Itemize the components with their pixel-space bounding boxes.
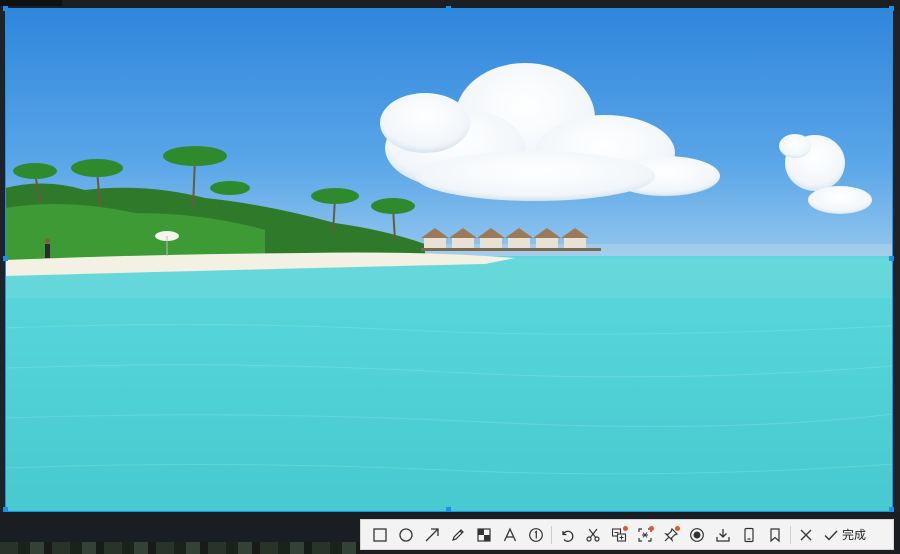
bookmark-button[interactable]: [762, 522, 788, 548]
ocr-button[interactable]: [632, 522, 658, 548]
screenshot-toolbar: 完成: [360, 519, 894, 550]
undo-icon: [562, 530, 574, 542]
text-icon: [503, 526, 517, 541]
resize-handle-top-right[interactable]: [889, 6, 894, 11]
phone-button[interactable]: [736, 522, 762, 548]
scissors-button[interactable]: [580, 522, 606, 548]
number-circle-icon: [529, 527, 543, 542]
phone-icon: [744, 527, 754, 542]
capture-image[interactable]: [5, 8, 893, 512]
rectangle-tool[interactable]: [367, 522, 393, 548]
close-button[interactable]: [793, 522, 819, 548]
pencil-icon: [452, 528, 464, 541]
beach-photo: [5, 8, 893, 512]
new-badge: [623, 525, 628, 531]
mosaic-tool[interactable]: [471, 522, 497, 548]
record-icon: [690, 527, 704, 542]
download-button[interactable]: [710, 522, 736, 548]
desktop-tab: [0, 0, 62, 6]
download-icon: [716, 528, 730, 542]
text-tool[interactable]: [497, 522, 523, 548]
resize-handle-left[interactable]: [3, 256, 8, 261]
resize-handle-bottom-right[interactable]: [889, 507, 894, 512]
new-badge: [649, 525, 654, 531]
done-label: 完成: [842, 528, 867, 542]
circle-icon: [399, 527, 413, 542]
translate-button[interactable]: [606, 522, 632, 548]
bookmark-icon: [770, 527, 780, 542]
resize-handle-bottom[interactable]: [446, 507, 451, 512]
resize-handle-top[interactable]: [446, 6, 451, 11]
arrow-icon: [425, 527, 439, 541]
pin-button[interactable]: [658, 522, 684, 548]
record-button[interactable]: [684, 522, 710, 548]
toolbar-divider: [551, 525, 552, 544]
scissors-icon: [586, 528, 600, 542]
undo-button[interactable]: [554, 522, 580, 548]
rectangle-icon: [373, 527, 387, 542]
resize-handle-bottom-left[interactable]: [3, 507, 8, 512]
arrow-tool[interactable]: [419, 522, 445, 548]
resize-handle-top-left[interactable]: [3, 6, 8, 11]
number-marker-tool[interactable]: [523, 522, 549, 548]
done-button[interactable]: 完成: [819, 522, 874, 548]
mosaic-icon: [477, 527, 491, 542]
pen-tool[interactable]: [445, 522, 471, 548]
ellipse-tool[interactable]: [393, 522, 419, 548]
taskbar-thumbnails: [0, 542, 360, 554]
toolbar-divider: [790, 525, 791, 544]
close-icon: [800, 529, 812, 540]
resize-handle-right[interactable]: [889, 256, 894, 261]
check-icon: [824, 530, 838, 541]
new-badge: [675, 525, 680, 531]
